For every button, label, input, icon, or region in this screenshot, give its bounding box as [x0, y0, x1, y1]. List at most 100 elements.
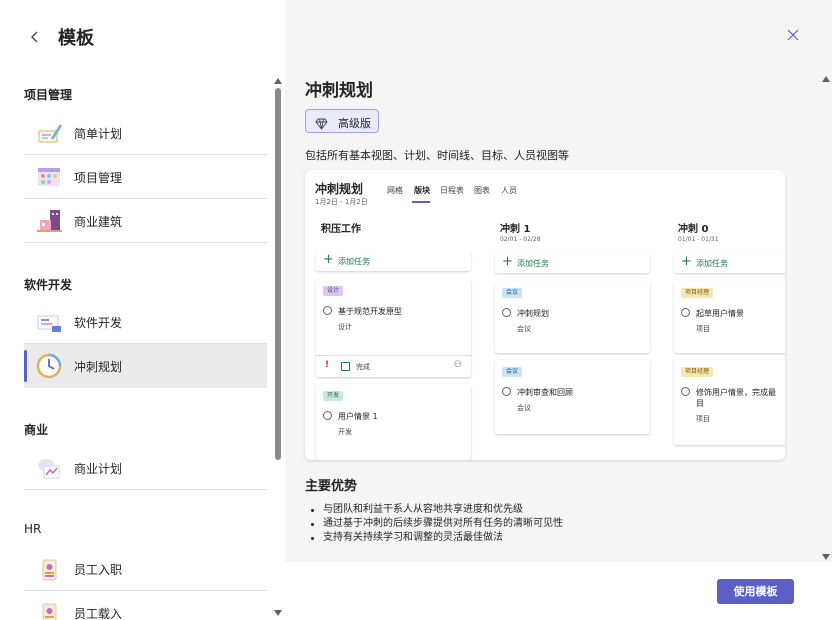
template-item-sprint-planning[interactable]: 冲刺规划	[24, 344, 267, 388]
add-task-label: 添加任务	[517, 259, 549, 268]
close-icon[interactable]	[786, 28, 800, 42]
task-circle-icon	[681, 387, 690, 396]
preview-add-task: + 添加任务	[316, 250, 471, 271]
detail-footer: 使用模板	[285, 562, 832, 620]
plus-icon: +	[323, 252, 334, 267]
section-project-management: 项目管理	[24, 88, 73, 102]
preview-card: 会议 冲刺审查和回顾 会议	[495, 360, 650, 434]
card-subtitle: 开发	[338, 428, 352, 436]
card-footer: ! 完成 ⚇	[316, 355, 471, 377]
card-tag: 项目经理	[681, 288, 714, 298]
sprint-planning-icon	[34, 351, 64, 381]
template-item-label: 员工入职	[74, 563, 123, 577]
advantages-heading: 主要优势	[305, 479, 358, 494]
card-title: 修饰用户情景，完成最	[696, 388, 776, 397]
scrollbar-thumb[interactable]	[275, 88, 281, 460]
template-item-commercial-building[interactable]: 商业建筑	[24, 199, 267, 243]
card-subtitle: 会议	[517, 325, 531, 333]
card-tag: 开发	[323, 391, 344, 401]
scroll-down-arrow-icon[interactable]	[274, 610, 282, 616]
preview-title: 冲刺规划	[315, 182, 364, 196]
card-tag: 设计	[323, 286, 344, 296]
left-scrollbar[interactable]	[273, 74, 283, 620]
template-item-label: 商业计划	[74, 462, 123, 476]
preview-column-dates: 02/01 - 02/28	[500, 236, 541, 243]
commercial-building-icon	[34, 206, 64, 236]
priority-icon: !	[325, 360, 330, 370]
section-hr: HR	[24, 522, 42, 536]
preview-tab-charts: 图表	[474, 186, 490, 195]
template-title: 冲刺规划	[305, 81, 373, 101]
project-management-icon	[34, 162, 64, 192]
assign-person-icon: ⚇	[453, 360, 462, 370]
preview-card: 开发 用户情景 1 开发	[316, 384, 471, 460]
preview-column-dates: 01/01 - 01/31	[678, 236, 719, 243]
card-title: 冲刺审查和回顾	[517, 388, 573, 397]
template-item-software-development[interactable]: 软件开发	[24, 300, 267, 344]
template-item-label: 员工载入	[74, 607, 123, 620]
template-detail-panel: 冲刺规划 高级版 包括所有基本视图、计划、时间线、目标、人员视图等 冲刺规划 1…	[285, 0, 832, 620]
premium-badge-label: 高级版	[338, 117, 371, 130]
preview-tab-board: 版块	[414, 186, 430, 195]
plus-icon: +	[502, 254, 513, 269]
card-tag: 项目经理	[681, 367, 714, 377]
card-title: 冲刺规划	[517, 309, 549, 318]
diamond-icon	[315, 115, 328, 130]
card-title: 用户情景 1	[338, 412, 378, 421]
task-circle-icon	[323, 306, 332, 315]
preview-add-task: + 添加任务	[674, 252, 785, 273]
back-chevron-icon[interactable]	[26, 28, 44, 46]
scroll-up-arrow-icon[interactable]	[822, 76, 830, 82]
template-list-panel: 模板 项目管理 简单计划 项目管理 商业建筑 软件开发 软件开发 冲刺规划 商业…	[0, 0, 285, 620]
advantage-item: 支持有关持续学习和调整的灵活最佳做法	[305, 531, 563, 545]
template-item-simple-plan[interactable]: 简单计划	[24, 111, 267, 155]
advantages-list: 与团队和利益干系人从容地共享进度和优先级 通过基于冲刺的后续步骤提供对所有任务的…	[305, 503, 563, 545]
panel-title: 模板	[58, 28, 94, 49]
card-title-continued: 目	[696, 399, 704, 408]
task-circle-icon	[323, 411, 332, 420]
template-item-label: 软件开发	[74, 316, 123, 330]
employee-onboarding-icon	[34, 554, 64, 584]
template-item-employee-onboarding[interactable]: 员工入职	[24, 547, 267, 591]
preview-tab-people: 人员	[501, 186, 517, 195]
add-task-label: 添加任务	[696, 259, 728, 268]
scroll-down-arrow-icon[interactable]	[822, 554, 830, 560]
preview-column-title: 冲刺 1	[500, 224, 531, 235]
preview-tab-grid: 网格	[387, 186, 403, 195]
template-item-label: 冲刺规划	[74, 360, 123, 374]
scroll-up-arrow-icon[interactable]	[274, 78, 282, 84]
section-software-development: 软件开发	[24, 278, 73, 292]
preview-tab-underline	[412, 201, 430, 203]
template-item-business-plan[interactable]: 商业计划	[24, 446, 267, 490]
template-description: 包括所有基本视图、计划、时间线、目标、人员视图等	[305, 149, 569, 162]
business-plan-icon	[34, 453, 64, 483]
add-task-label: 添加任务	[338, 257, 370, 266]
template-item-label: 项目管理	[74, 171, 123, 185]
template-preview-image: 冲刺规划 1月2日 - 1月2日 网格 版块 日程表 图表 人员 积压工作 + …	[305, 170, 785, 460]
card-subtitle: 设计	[338, 323, 352, 331]
use-template-button[interactable]: 使用模板	[717, 579, 794, 604]
card-tag: 会议	[502, 288, 523, 298]
advantage-item: 与团队和利益干系人从容地共享进度和优先级	[305, 503, 563, 517]
preview-tab-schedule: 日程表	[440, 186, 464, 195]
template-item-project-management[interactable]: 项目管理	[24, 155, 267, 199]
preview-card: 项目经理 修饰用户情景，完成最 目 项目	[674, 360, 785, 445]
advantage-item: 通过基于冲刺的后续步骤提供对所有任务的清晰可见性	[305, 517, 563, 531]
template-item-label: 商业建筑	[74, 215, 123, 229]
preview-column-title: 积压工作	[321, 224, 361, 235]
preview-card: 项目经理 起草用户情景 项目	[674, 281, 785, 353]
card-title: 基于规范开发原型	[338, 307, 402, 316]
calendar-icon	[341, 362, 350, 371]
card-status: 完成	[356, 363, 370, 371]
preview-date-range: 1月2日 - 1月2日	[315, 198, 368, 206]
section-business: 商业	[24, 423, 49, 437]
card-tag: 会议	[502, 367, 523, 377]
card-subtitle: 项目	[696, 415, 710, 423]
card-title: 起草用户情景	[696, 309, 744, 318]
card-subtitle: 项目	[696, 325, 710, 333]
task-circle-icon	[502, 308, 511, 317]
template-item-label: 简单计划	[74, 127, 123, 141]
template-item-employee-loading[interactable]: 员工载入	[24, 591, 267, 620]
employee-loading-icon	[34, 598, 64, 620]
task-circle-icon	[502, 387, 511, 396]
